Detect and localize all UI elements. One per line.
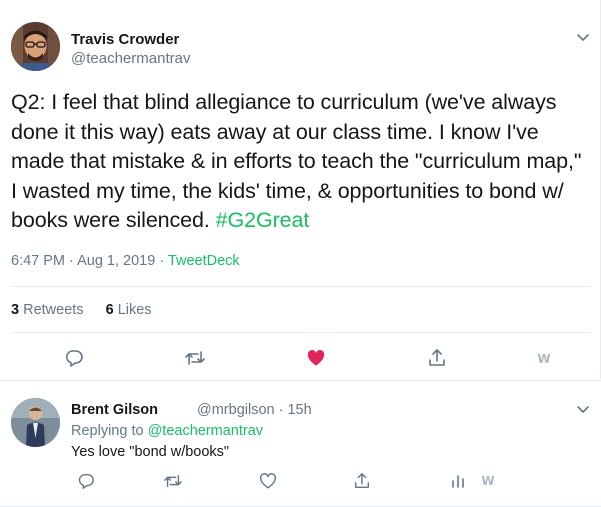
author-name[interactable]: Travis Crowder: [71, 31, 179, 48]
like-icon[interactable]: [258, 471, 278, 491]
chevron-down-icon[interactable]: [575, 401, 591, 417]
reply-icon[interactable]: [76, 471, 96, 491]
avatar[interactable]: [11, 398, 60, 447]
reply-text: Yes love "bond w/books": [71, 444, 230, 460]
main-tweet: Travis Crowder @teachermantrav Q2: I fee…: [0, 0, 601, 379]
divider: [0, 380, 601, 381]
author-name[interactable]: Brent Gilson: [71, 402, 158, 418]
author-handle[interactable]: @teachermantrav: [71, 50, 190, 67]
share-icon[interactable]: [426, 347, 448, 369]
source-link[interactable]: TweetDeck: [168, 253, 240, 269]
author-handle[interactable]: @mrbgilson · 15h: [197, 402, 312, 418]
w-icon[interactable]: W: [478, 471, 498, 491]
like-icon-filled[interactable]: [305, 347, 327, 369]
hashtag-link[interactable]: #G2Great: [216, 208, 310, 232]
retweets-stat[interactable]: 3 Retweets: [11, 302, 84, 318]
retweet-icon[interactable]: [184, 347, 206, 369]
w-label: W: [537, 352, 551, 366]
likes-stat[interactable]: 6 Likes: [106, 302, 152, 318]
tweet-meta: 6:47 PM · Aug 1, 2019 · TweetDeck: [11, 253, 240, 269]
mention-link[interactable]: @teachermantrav: [148, 423, 263, 439]
analytics-icon[interactable]: [448, 471, 468, 491]
w-icon[interactable]: W: [533, 348, 555, 370]
timestamp[interactable]: 6:47 PM · Aug 1, 2019 ·: [11, 253, 168, 269]
retweet-icon[interactable]: [163, 471, 183, 491]
avatar[interactable]: [11, 22, 60, 71]
reply-icon[interactable]: [63, 347, 85, 369]
tweet-text: Q2: I feel that blind allegiance to curr…: [11, 88, 591, 236]
likes-label: Likes: [117, 302, 152, 318]
retweets-count: 3: [11, 302, 20, 318]
divider: [11, 332, 591, 333]
retweets-label: Retweets: [23, 302, 84, 318]
share-icon[interactable]: [352, 471, 372, 491]
engagement-stats: 3 Retweets 6 Likes: [11, 302, 170, 318]
replying-prefix: Replying to: [71, 423, 148, 439]
w-label: W: [481, 474, 495, 488]
likes-count: 6: [105, 302, 114, 318]
chevron-down-icon[interactable]: [575, 29, 591, 45]
divider: [11, 286, 591, 287]
replying-to: Replying to @teachermantrav: [71, 423, 263, 439]
